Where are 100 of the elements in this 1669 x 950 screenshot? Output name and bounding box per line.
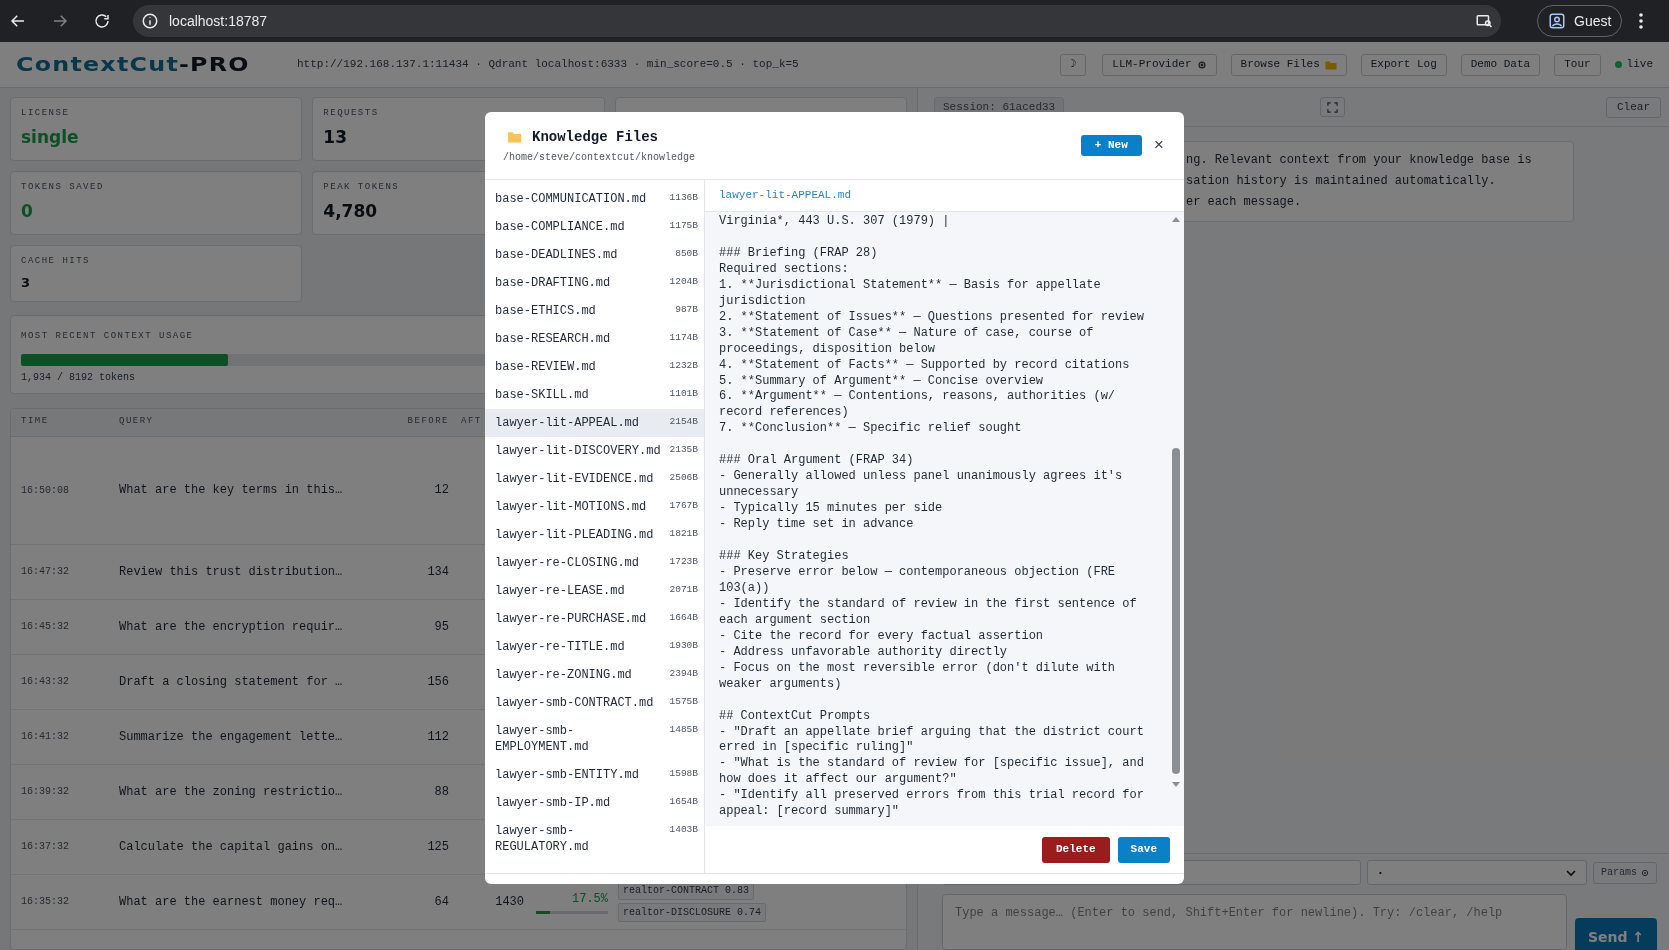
search-icon[interactable] [1475, 12, 1493, 30]
file-size: 2071B [668, 583, 698, 597]
file-item[interactable]: lawyer-re-ZONING.md 2394B [485, 661, 704, 689]
file-item[interactable]: base-ETHICS.md 987B [485, 297, 704, 325]
folder-path: /home/steve/contextcut/knowledge [503, 150, 696, 165]
before-cell-text: 125 [426, 838, 449, 856]
file-size: 987B [674, 303, 698, 317]
before-cell-text: 88 [433, 783, 449, 801]
message-text: er each message. [1186, 194, 1303, 211]
header-button[interactable]: Tour [1554, 53, 1601, 76]
stat-label: CACHE HITS [21, 255, 90, 268]
message-text: sation history is maintained automatically. [1186, 173, 1497, 190]
header-button[interactable]: Export Log [1360, 53, 1447, 76]
file-item[interactable]: base-SKILL.md 1101B [485, 381, 704, 409]
file-item[interactable]: lawyer-lit-DISCOVERY.md 2135B [485, 437, 704, 465]
file-item[interactable]: lawyer-lit-MOTIONS.md 1767B [485, 493, 704, 521]
delete-button[interactable]: Delete [1042, 836, 1110, 863]
file-size: 1204B [668, 275, 698, 289]
file-item[interactable]: lawyer-smb-REGULATORY.md 1403B [485, 817, 704, 861]
file-size: 2394B [668, 667, 698, 681]
new-file-button[interactable]: + New [1080, 135, 1142, 156]
url-text: localhost:18787 [169, 11, 268, 31]
header-button[interactable]: LLM-Provider [1102, 53, 1217, 76]
file-size: 1136B [668, 191, 698, 205]
before-cell-text: 64 [433, 893, 449, 911]
file-item[interactable]: base-DRAFTING.md 1204B [485, 269, 704, 297]
message-field[interactable]: Type a message… (Enter to send, Shift+Enter for newline). Try: /clear, /help [942, 894, 1567, 950]
stat-value: 13 [323, 125, 347, 149]
column-header: AFT [460, 415, 483, 429]
file-size: 1232B [668, 359, 698, 373]
reduction-value: 17.5% [572, 890, 608, 908]
theme-button[interactable]: ☽ [1059, 53, 1087, 76]
close-button[interactable]: × [1153, 137, 1164, 154]
header-button[interactable]: Browse Files [1230, 53, 1347, 76]
person-icon [1548, 12, 1566, 30]
time-cell-text: 16:43:32 [20, 675, 70, 689]
menu-icon[interactable] [1638, 12, 1645, 30]
file-size: 1821B [668, 527, 698, 541]
file-size: 1930B [668, 639, 698, 653]
file-item[interactable]: lawyer-smb-CONTRACT.md 1575B [485, 689, 704, 717]
stat-value: 0 [21, 199, 33, 223]
query-cell-text: Calculate the capital gains on… [119, 838, 344, 856]
file-item[interactable]: lawyer-lit-APPEAL.md 2154B [485, 409, 704, 437]
file-item[interactable]: lawyer-re-TITLE.md 1930B [485, 633, 704, 661]
usage-reading: 1,934 / 8192 tokens [21, 370, 136, 385]
file-item[interactable]: base-COMMUNICATION.md 1136B [485, 185, 704, 213]
file-item[interactable]: lawyer-re-LEASE.md 2071B [485, 577, 704, 605]
reload-icon[interactable] [93, 12, 111, 30]
query-cell-text: What are the key terms in this… [119, 482, 344, 499]
after-cell-text: 1430 [494, 893, 524, 911]
file-size: 1664B [668, 611, 698, 625]
file-size: 1175B [668, 219, 698, 233]
stat-value: 3 [21, 273, 31, 292]
usage-title: MOST RECENT CONTEXT USAGE [21, 330, 194, 343]
file-size: 1598B [668, 767, 698, 781]
query-cell-text: Summarize the engagement lette… [119, 728, 344, 746]
file-item[interactable]: lawyer-smb-IP.md 1654B [485, 789, 704, 817]
model-select[interactable]: • [1367, 860, 1587, 885]
file-item[interactable]: base-RESEARCH.md 1174B [485, 325, 704, 353]
dialog-title: Knowledge Files [532, 127, 659, 147]
before-cell-text: 12 [433, 482, 449, 499]
clear-button[interactable]: Clear [1606, 96, 1661, 118]
save-button[interactable]: Save [1117, 836, 1170, 863]
query-cell-text: What are the encryption requir… [119, 618, 344, 636]
file-size: 1174B [668, 331, 698, 345]
time-cell-text: 16:41:32 [20, 730, 70, 744]
stat-value: single [21, 125, 79, 149]
stat-label: PEAK TOKENS [323, 181, 400, 194]
stat-label: LICENSE [21, 107, 70, 120]
file-item[interactable]: lawyer-re-PURCHASE.md 1664B [485, 605, 704, 633]
before-cell-text: 112 [426, 728, 449, 746]
address-bar[interactable]: localhost:18787 [133, 5, 1501, 37]
file-item[interactable]: base-COMPLIANCE.md 1175B [485, 213, 704, 241]
stat-value: 4,780 [323, 199, 378, 223]
expand-icon [1327, 101, 1339, 113]
file-size: 2154B [668, 415, 698, 429]
expand-button[interactable] [1320, 97, 1346, 117]
file-item[interactable]: lawyer-lit-PLEADING.md 1821B [485, 521, 704, 549]
file-item[interactable]: base-DEADLINES.md 850B [485, 241, 704, 269]
server-info: http://192.168.137.1:11434 · Qdrant localhost:6333 · min_score=0.5 · top_k=5 [297, 57, 799, 73]
file-size: 1101B [668, 387, 698, 401]
column-header: BEFORE [406, 415, 449, 429]
column-header: TIME [20, 415, 50, 429]
file-size: 1575B [668, 695, 698, 709]
query-cell-text: Draft a closing statement for … [119, 673, 344, 691]
query-cell-text: Review this trust distribution… [119, 563, 344, 581]
file-size: 1767B [668, 499, 698, 513]
file-item[interactable]: lawyer-lit-EVIDENCE.md 2506B [485, 465, 704, 493]
file-item[interactable]: base-REVIEW.md 1232B [485, 353, 704, 381]
column-header: QUERY [119, 415, 155, 429]
header-button[interactable]: Demo Data [1460, 53, 1541, 76]
time-cell-text: 16:39:32 [20, 785, 70, 799]
info-icon[interactable] [141, 12, 159, 30]
file-item[interactable]: lawyer-re-CLOSING.md 1723B [485, 549, 704, 577]
time-cell-text: 16:45:32 [20, 620, 70, 634]
forward-icon[interactable] [51, 12, 69, 30]
time-cell-text: 16:35:32 [20, 895, 70, 909]
file-item[interactable]: lawyer-smb-EMPLOYMENT.md 1485B [485, 717, 704, 761]
file-item[interactable]: lawyer-smb-ENTITY.md 1598B [485, 761, 704, 789]
back-icon[interactable] [9, 12, 27, 30]
